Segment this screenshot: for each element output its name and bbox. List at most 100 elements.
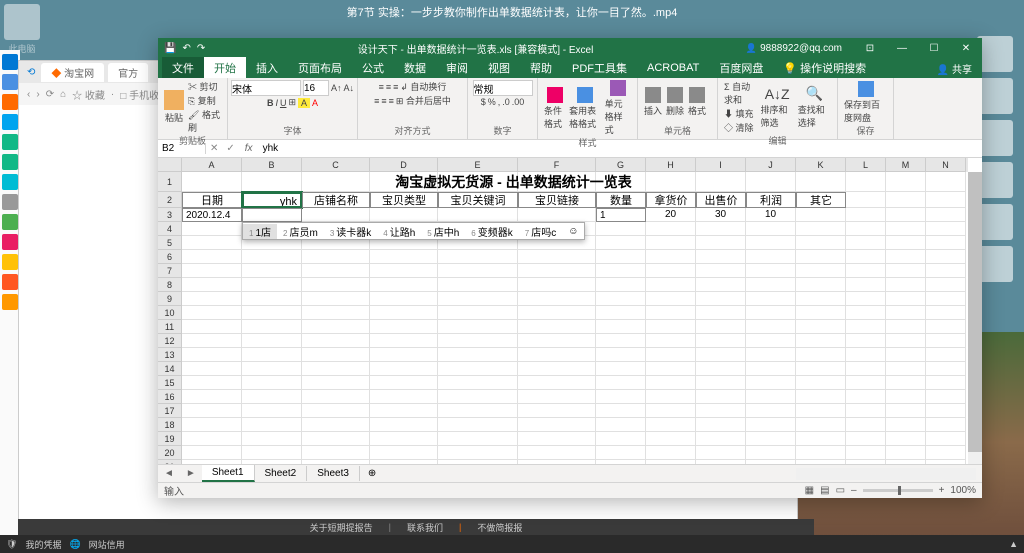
cell[interactable] [646,432,696,446]
cell[interactable] [370,278,438,292]
tab-tell[interactable]: 💡 操作说明搜索 [773,57,876,79]
ribbon-options-icon[interactable]: ⊡ [856,38,884,58]
cell[interactable] [596,250,646,264]
tab-home[interactable]: 开始 [204,57,246,79]
cell[interactable] [182,460,242,464]
cell[interactable] [242,376,302,390]
cell[interactable] [696,306,746,320]
cell-style-button[interactable]: 单元格样式 [605,80,631,136]
cell[interactable] [886,208,926,222]
spreadsheet-grid[interactable]: ABCDEFGHIJKLMN 1234567891011121314151617… [158,158,982,464]
cell[interactable] [242,320,302,334]
cell[interactable] [646,404,696,418]
cell[interactable] [796,390,846,404]
col-header-E[interactable]: E [438,158,518,172]
app-icon[interactable] [2,74,18,90]
row-header-18[interactable]: 18 [158,418,182,432]
maximize-button[interactable]: ☐ [920,38,948,58]
cell[interactable] [596,264,646,278]
cell[interactable] [182,404,242,418]
app-icon[interactable] [2,94,18,110]
cell[interactable] [242,306,302,320]
ime-candidate[interactable]: 5店中h [421,224,465,239]
ime-candidate[interactable]: 6变频器k [465,224,518,239]
cell[interactable] [746,250,796,264]
row-header-19[interactable]: 19 [158,432,182,446]
cell[interactable] [796,320,846,334]
cell[interactable] [696,236,746,250]
tab-baidu[interactable]: 百度网盘 [709,57,773,79]
cell[interactable] [518,292,596,306]
zoom-level[interactable]: 100% [950,485,976,496]
cell[interactable] [370,446,438,460]
ime-candidate[interactable]: 3读卡器k [324,224,377,239]
cell[interactable] [696,418,746,432]
cell[interactable] [926,292,966,306]
share-button[interactable]: 👤 共享 [927,58,982,79]
cell[interactable] [182,390,242,404]
cell[interactable] [182,278,242,292]
cell[interactable] [746,264,796,278]
cell[interactable]: 宝贝链接 [518,192,596,208]
cell[interactable] [370,432,438,446]
cell[interactable] [646,306,696,320]
col-header-G[interactable]: G [596,158,646,172]
cell[interactable] [596,362,646,376]
cell[interactable]: 20 [646,208,696,222]
ime-candidate[interactable]: 11店 [243,224,277,239]
cell[interactable] [596,446,646,460]
cond-format-button[interactable]: 条件格式 [544,87,565,130]
align-mid-icon[interactable]: ≡ [386,82,391,92]
cell[interactable]: 其它 [796,192,846,208]
cell[interactable] [596,320,646,334]
comma-icon[interactable]: , [498,97,501,107]
enter-icon[interactable]: ✓ [222,143,238,154]
cell[interactable] [886,278,926,292]
cell[interactable] [926,320,966,334]
cell[interactable] [596,334,646,348]
cell[interactable] [596,278,646,292]
cells-area[interactable]: 淘宝虚拟无货源 - 出单数据统计一览表日期yhk店铺名称宝贝类型宝贝关键词宝贝链… [182,172,968,464]
cell[interactable] [438,320,518,334]
cell[interactable] [886,390,926,404]
name-box[interactable]: B2 [158,143,206,154]
cell[interactable] [302,460,370,464]
cell[interactable] [746,292,796,306]
cell[interactable] [370,320,438,334]
cell[interactable] [242,250,302,264]
row-header-6[interactable]: 6 [158,250,182,264]
cell[interactable] [926,390,966,404]
cell[interactable] [846,460,886,464]
cell[interactable] [518,446,596,460]
cell[interactable] [886,376,926,390]
cell[interactable] [646,362,696,376]
cell[interactable] [182,306,242,320]
row-header-14[interactable]: 14 [158,362,182,376]
cell[interactable] [886,362,926,376]
cell[interactable] [302,250,370,264]
cell[interactable] [746,278,796,292]
col-header-M[interactable]: M [886,158,926,172]
cell[interactable] [646,334,696,348]
cell[interactable] [796,334,846,348]
cell[interactable] [926,404,966,418]
nav-fwd[interactable]: › [36,89,39,100]
row-header-15[interactable]: 15 [158,376,182,390]
cell[interactable] [926,222,966,236]
cell[interactable] [182,320,242,334]
percent-icon[interactable]: % [488,97,496,107]
brush-button[interactable]: 🖌 格式刷 [188,108,221,134]
cell[interactable] [242,208,302,222]
cell[interactable] [926,446,966,460]
cell[interactable] [886,222,926,236]
cell[interactable] [696,390,746,404]
ime-candidate[interactable]: 4让路h [377,224,421,239]
cell[interactable] [696,292,746,306]
cell[interactable] [646,348,696,362]
app-icon[interactable] [2,274,18,290]
autosum-button[interactable]: Σ 自动求和 [724,80,757,106]
cell[interactable] [182,264,242,278]
font-color-button[interactable]: A [312,98,318,108]
cell[interactable] [796,362,846,376]
cell[interactable] [182,292,242,306]
